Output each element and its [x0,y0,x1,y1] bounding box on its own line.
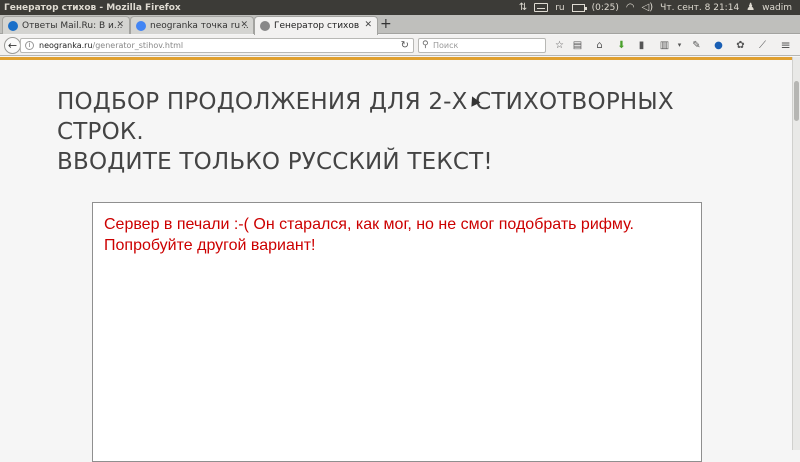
keyboard-icon[interactable] [534,3,549,12]
search-icon: ⚲ [422,40,429,50]
feed-icon[interactable]: ⟋ [756,39,769,52]
page-accent-line [0,57,792,60]
back-button[interactable]: ← [4,37,21,54]
addon-icon[interactable]: ✿ [734,39,747,52]
home-icon[interactable]: ⌂ [593,39,606,52]
tab-generator[interactable]: Генератор стихов ✕ [254,16,378,35]
url-text: neogranka.ru/generator_stihov.html [39,39,183,52]
url-domain: neogranka.ru [39,41,93,50]
volume-icon[interactable]: ◁) [642,2,654,13]
clipboard-icon[interactable]: ▮ [635,39,648,52]
url-bar[interactable]: i neogranka.ru/generator_stihov.html ↻ [20,38,414,53]
result-output-box[interactable]: Сервер в печали :-( Он старался, как мог… [92,202,702,462]
page-title-line-1: ПОДБОР ПРОДОЛЖЕНИЯ ДЛЯ 2-Х СТИХОТВОРНЫХ … [57,89,674,145]
scroll-thumb[interactable] [794,81,799,121]
download-icon[interactable]: ⬇ [615,39,628,52]
system-top-panel: Генератор стихов - Mozilla Firefox ⇅ ru … [0,0,800,15]
page-title-line-2: ВВОДИТЕ ТОЛЬКО РУССКИЙ ТЕКСТ! [57,149,493,175]
battery-icon[interactable] [571,3,587,12]
bookmark-star-icon[interactable]: ☆ [553,39,566,52]
reload-icon[interactable]: ↻ [401,39,409,52]
panel-indicators: ⇅ ru (0:25) ◠ ◁) Чт. сент. 8 21:14 ♟ wad… [519,2,800,13]
tab-mail-ru[interactable]: Ответы Mail.Ru: В и... ✕ [2,16,130,34]
close-tab-icon[interactable]: ✕ [240,20,248,30]
result-message-line-2: Попробуйте другой вариант! [104,237,316,254]
reading-list-icon[interactable]: ▤ [571,39,584,52]
url-path: /generator_stihov.html [92,41,184,50]
extension-icon[interactable]: ▥ [658,39,671,52]
tab-label: Генератор стихов [274,21,360,31]
sync-icon[interactable]: ● [712,39,725,52]
user-name[interactable]: wadim [762,3,792,13]
page-scrollbar[interactable] [792,57,800,450]
navigation-bar: ← i neogranka.ru/generator_stihov.html ↻… [0,35,800,56]
window-title: Генератор стихов - Mozilla Firefox [4,2,181,13]
page-title: ПОДБОР ПРОДОЛЖЕНИЯ ДЛЯ 2-Х СТИХОТВОРНЫХ … [57,87,757,177]
site-info-icon[interactable]: i [25,41,34,50]
close-tab-icon[interactable]: ✕ [116,20,124,30]
new-tab-icon[interactable]: + [380,16,392,32]
updates-icon[interactable]: ⇅ [519,2,527,13]
chevron-down-icon[interactable]: ▾ [673,39,686,52]
google-favicon-icon [136,20,146,31]
tab-neogranka-search[interactable]: neogranka точка ru ... ✕ [130,16,254,34]
generator-favicon-icon [260,21,270,31]
pocket-icon[interactable]: ✎ [690,39,703,52]
mail-ru-favicon-icon [8,20,18,31]
menu-icon[interactable]: ≡ [779,39,792,52]
user-icon[interactable]: ♟ [746,2,755,13]
wifi-icon[interactable]: ◠ [626,2,635,13]
close-tab-icon[interactable]: ✕ [364,20,372,30]
search-input[interactable]: ⚲ Поиск [418,38,546,53]
tab-label: Ответы Mail.Ru: В и... [22,20,123,31]
tab-label: neogranka точка ru ... [150,20,248,31]
tab-strip: Ответы Mail.Ru: В и... ✕ neogranka точка… [0,15,800,35]
clock[interactable]: Чт. сент. 8 21:14 [660,3,739,13]
battery-time[interactable]: (0:25) [592,3,619,13]
search-placeholder: Поиск [433,41,459,50]
result-message-line-1: Сервер в печали :-( Он старался, как мог… [104,216,634,233]
keyboard-layout[interactable]: ru [555,3,564,13]
result-message: Сервер в печали :-( Он старался, как мог… [104,214,684,256]
